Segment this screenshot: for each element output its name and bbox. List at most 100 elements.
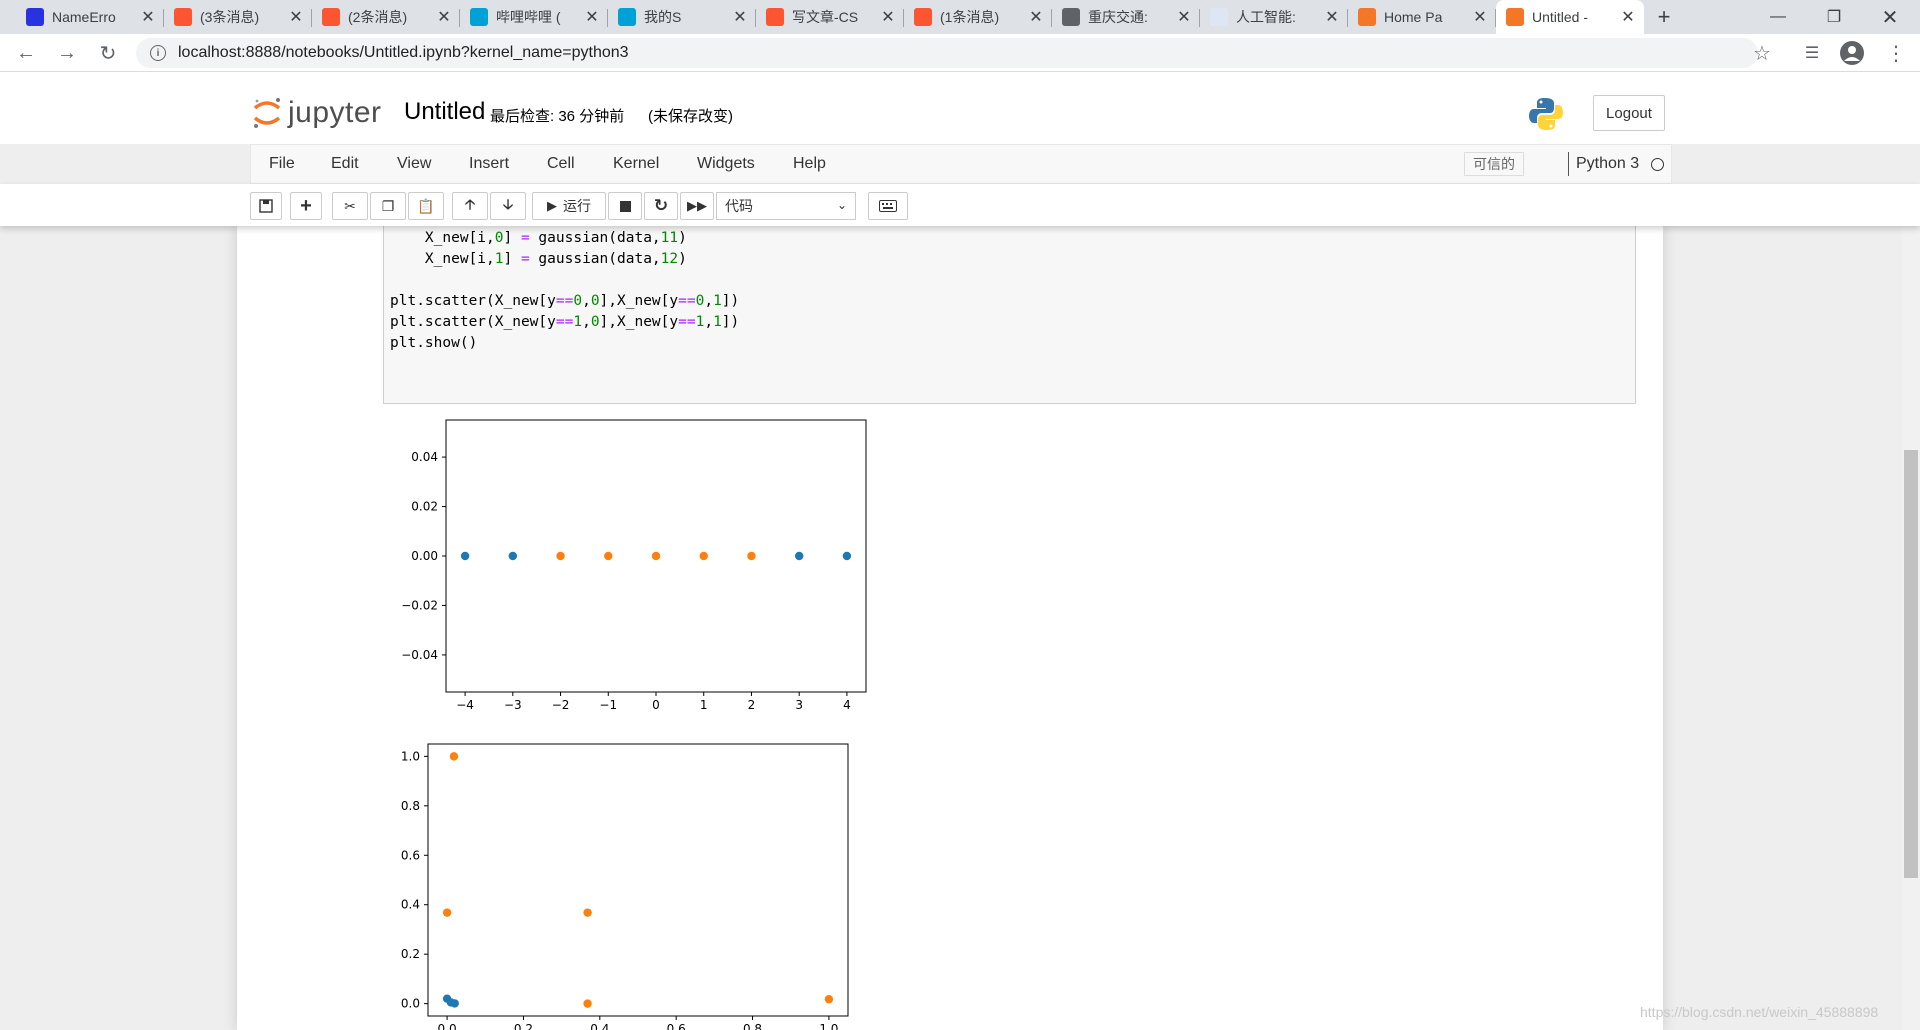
- cell-type-select[interactable]: 代码 ⌄: [716, 192, 856, 220]
- tab-close-icon[interactable]: ✕: [1472, 7, 1488, 27]
- x-tick-label: 4: [843, 698, 851, 712]
- insert-cell-button[interactable]: +: [290, 192, 322, 220]
- new-tab-button[interactable]: +: [1644, 0, 1684, 34]
- menu-help[interactable]: Help: [793, 155, 826, 173]
- notebook-name[interactable]: Untitled: [404, 98, 485, 126]
- scatter-point: [824, 994, 834, 1004]
- forward-icon[interactable]: →: [55, 41, 79, 65]
- scatter-point: [604, 551, 613, 561]
- tab-close-icon[interactable]: ✕: [1176, 7, 1192, 27]
- csdn-icon: [766, 8, 784, 26]
- menu-insert[interactable]: Insert: [469, 155, 509, 173]
- x-tick-label: 0.4: [590, 1022, 609, 1030]
- browser-tab[interactable]: 写文章-CS ✕: [756, 0, 904, 34]
- copy-button[interactable]: ❐: [370, 192, 406, 220]
- browser-tab[interactable]: (2条消息) ✕: [312, 0, 460, 34]
- restart-button[interactable]: ↻: [644, 192, 678, 220]
- back-icon[interactable]: ←: [14, 41, 38, 65]
- url-input[interactable]: i localhost:8888/notebooks/Untitled.ipyn…: [136, 38, 1758, 68]
- tab-title: 重庆交通:: [1088, 9, 1148, 25]
- tab-title: Home Pa: [1384, 9, 1443, 25]
- menu-widgets[interactable]: Widgets: [697, 155, 755, 173]
- browser-tab[interactable]: Home Pa ✕: [1348, 0, 1496, 34]
- kernel-name[interactable]: Python 3: [1576, 155, 1639, 173]
- menu-edit[interactable]: Edit: [331, 155, 359, 173]
- tab-title: NameErro: [52, 9, 116, 25]
- tab-close-icon[interactable]: ✕: [584, 7, 600, 27]
- media-controls-icon[interactable]: ☰: [1800, 41, 1824, 65]
- tab-close-icon[interactable]: ✕: [1028, 7, 1044, 27]
- browser-tab[interactable]: NameErro ✕: [16, 0, 164, 34]
- tab-close-icon[interactable]: ✕: [732, 7, 748, 27]
- y-tick-label: −0.02: [401, 598, 438, 612]
- kernel-idle-icon: [1651, 158, 1664, 171]
- move-up-button[interactable]: 🡡: [452, 192, 488, 220]
- browser-tab[interactable]: (3条消息) ✕: [164, 0, 312, 34]
- browser-tab[interactable]: 哔哩哔哩 ( ✕: [460, 0, 608, 34]
- cut-button[interactable]: ✂: [332, 192, 368, 220]
- browser-tab[interactable]: Untitled - ✕: [1496, 0, 1644, 34]
- scatter-point: [699, 551, 708, 561]
- y-tick-label: −0.04: [401, 648, 438, 662]
- tab-close-icon[interactable]: ✕: [288, 7, 304, 27]
- keyboard-icon: [879, 200, 897, 212]
- scatter-point: [460, 551, 470, 561]
- stop-icon: [619, 200, 631, 212]
- scrollbar-thumb[interactable]: [1904, 450, 1918, 878]
- tab-close-icon[interactable]: ✕: [436, 7, 452, 27]
- paste-button[interactable]: 📋: [408, 192, 444, 220]
- tab-close-icon[interactable]: ✕: [1324, 7, 1340, 27]
- browser-tab[interactable]: (1条消息) ✕: [904, 0, 1052, 34]
- y-tick-label: 0.00: [411, 549, 438, 563]
- blank-page-icon: [1210, 8, 1228, 26]
- browser-menu-icon[interactable]: ⋮: [1884, 41, 1908, 65]
- site-info-icon[interactable]: i: [150, 45, 166, 61]
- minimize-icon[interactable]: —: [1750, 0, 1806, 34]
- scatter-plot-1: −4 −3 −2 −1 0 1 2 3 4 0.04 0.02 0.00 −0.02 −0.04: [401, 419, 867, 712]
- y-tick-label: 0.2: [401, 947, 420, 961]
- x-tick-label: 1.0: [819, 1022, 838, 1030]
- chevron-down-icon: ⌄: [836, 198, 847, 212]
- notebook-toolbar: + ✂ ❐ 📋 🡡 🡣 ▶ 运行 ↻ ▶▶: [0, 184, 1920, 226]
- tab-close-icon[interactable]: ✕: [140, 7, 156, 27]
- jupyter-logo[interactable]: jupyter: [252, 96, 382, 130]
- restore-icon[interactable]: ❐: [1806, 0, 1862, 34]
- run-button[interactable]: ▶ 运行: [532, 192, 606, 220]
- scatter-point: [449, 752, 459, 761]
- fast-forward-icon: ▶▶: [687, 198, 707, 213]
- csdn-icon: [322, 8, 340, 26]
- kernel-separator: [1568, 152, 1569, 176]
- y-tick-label: 0.0: [401, 997, 420, 1011]
- python-logo-icon: [1529, 98, 1563, 130]
- tab-close-icon[interactable]: ✕: [880, 7, 896, 27]
- menu-kernel[interactable]: Kernel: [613, 155, 659, 173]
- command-palette-button[interactable]: [868, 192, 908, 220]
- save-button[interactable]: [250, 192, 282, 220]
- move-down-button[interactable]: 🡣: [490, 192, 526, 220]
- address-bar: ← → ↻ i localhost:8888/notebooks/Untitle…: [0, 34, 1920, 72]
- restart-run-all-button[interactable]: ▶▶: [680, 192, 714, 220]
- browser-tab[interactable]: 我的S ✕: [608, 0, 756, 34]
- arrow-up-icon: 🡡: [464, 196, 476, 212]
- browser-tab[interactable]: 重庆交通: ✕: [1052, 0, 1200, 34]
- menu-file[interactable]: File: [269, 155, 295, 173]
- menu-cell[interactable]: Cell: [547, 155, 575, 173]
- profile-avatar-icon[interactable]: [1840, 41, 1864, 65]
- logout-button[interactable]: Logout: [1593, 95, 1665, 131]
- scatter-point: [583, 908, 592, 917]
- trusted-indicator[interactable]: 可信的: [1464, 152, 1524, 176]
- browser-tab[interactable]: 人工智能: ✕: [1200, 0, 1348, 34]
- scatter-point: [794, 551, 804, 561]
- tab-title: 人工智能:: [1236, 9, 1296, 25]
- bookmark-star-icon[interactable]: ☆: [1750, 41, 1774, 65]
- tab-title: 哔哩哔哩 (: [496, 9, 561, 25]
- browser-tab-bar: NameErro ✕ (3条消息) ✕ (2条消息) ✕ 哔哩哔哩 (✕ 我的S ✕ 写文章-CS…: [0, 0, 1920, 34]
- menu-view[interactable]: View: [397, 155, 431, 173]
- reload-icon[interactable]: ↻: [96, 41, 120, 65]
- globe-icon: [1062, 8, 1080, 26]
- x-tick-label: −1: [599, 698, 617, 712]
- tab-close-icon[interactable]: ✕: [1620, 7, 1636, 27]
- close-window-icon[interactable]: ✕: [1862, 0, 1918, 34]
- x-tick-label: 0: [652, 698, 660, 712]
- interrupt-button[interactable]: [608, 192, 642, 220]
